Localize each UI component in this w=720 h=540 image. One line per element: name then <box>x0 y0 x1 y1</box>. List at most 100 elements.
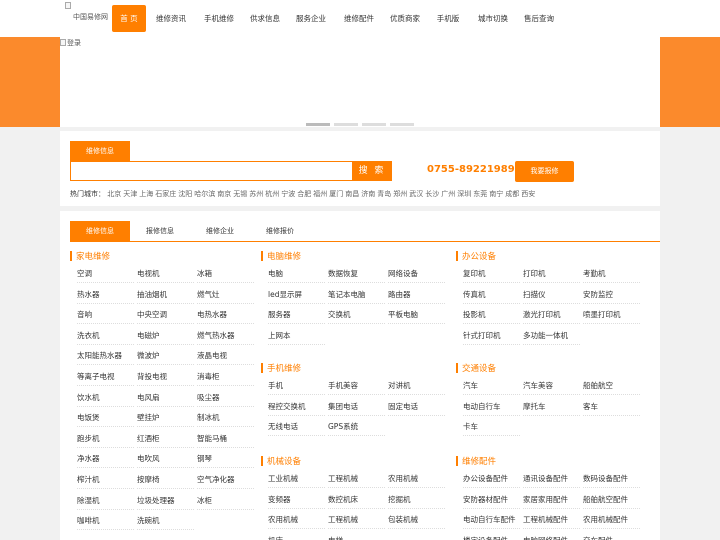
category-item[interactable]: 投影机 <box>463 305 520 325</box>
category-item[interactable]: 卡车 <box>463 417 520 437</box>
category-item[interactable]: 笔记本电脑 <box>328 285 385 304</box>
category-item[interactable]: 电脑 <box>268 264 325 283</box>
category-item[interactable]: 吸尘器 <box>197 388 254 407</box>
hot-city-link[interactable]: 哈尔滨 <box>194 190 215 198</box>
slider-dot[interactable] <box>362 123 386 126</box>
category-item[interactable]: 热水器 <box>77 285 134 304</box>
category-item[interactable]: 楼宇设备配件 <box>463 531 520 540</box>
category-group-title[interactable]: 电脑维修 <box>261 250 301 262</box>
category-item[interactable]: 摩托车 <box>523 397 580 416</box>
category-item[interactable]: 钢琴 <box>197 449 254 469</box>
hot-city-link[interactable]: 杭州 <box>265 190 279 198</box>
category-item[interactable]: 办公设备配件 <box>463 469 520 488</box>
category-item[interactable]: 垃圾处理器 <box>137 491 194 510</box>
category-group-title[interactable]: 机械设备 <box>261 455 301 467</box>
category-item[interactable]: 网络设备 <box>388 264 445 283</box>
hot-city-link[interactable]: 西安 <box>521 190 535 198</box>
category-item[interactable]: 变频器 <box>268 490 325 509</box>
category-item[interactable]: 数控机床 <box>328 490 385 509</box>
slider-dot[interactable] <box>390 123 414 126</box>
category-item[interactable]: 扫描仪 <box>523 285 580 304</box>
hot-city-link[interactable]: 济南 <box>361 190 375 198</box>
category-item[interactable]: 手机美容 <box>328 376 385 395</box>
hot-city-link[interactable]: 苏州 <box>249 190 263 198</box>
category-item[interactable]: 冰柜 <box>197 491 254 510</box>
category-item[interactable]: 安防器材配件 <box>463 490 520 509</box>
category-item[interactable]: 船舶航空 <box>583 376 640 395</box>
nav-after-sales[interactable]: 售后查询 <box>520 5 558 32</box>
category-item[interactable]: 除湿机 <box>77 491 134 510</box>
category-item[interactable]: 饮水机 <box>77 388 134 407</box>
request-repair-button[interactable]: 我要报修 <box>515 161 574 182</box>
category-item[interactable]: 音响 <box>77 305 134 325</box>
category-group-title[interactable]: 手机维修 <box>261 362 301 374</box>
hot-city-link[interactable]: 成都 <box>505 190 519 198</box>
hot-city-link[interactable]: 青岛 <box>377 190 391 198</box>
category-group-title[interactable]: 维修配件 <box>456 455 496 467</box>
hot-city-link[interactable]: 广州 <box>441 190 455 198</box>
slider-dot[interactable] <box>306 123 330 126</box>
hot-city-link[interactable]: 郑州 <box>393 190 407 198</box>
hot-city-link[interactable]: 北京 <box>107 190 121 198</box>
category-item[interactable]: 液晶电视 <box>197 346 254 366</box>
category-item[interactable]: 程控交换机 <box>268 397 325 416</box>
category-group-title[interactable]: 办公设备 <box>456 250 496 262</box>
category-item[interactable]: 按摩椅 <box>137 470 194 489</box>
category-item[interactable]: 家居家用配件 <box>523 490 580 509</box>
category-item[interactable]: 挖掘机 <box>388 490 445 509</box>
hot-city-link[interactable]: 上海 <box>139 190 153 198</box>
nav-home[interactable]: 首 页 <box>112 5 146 32</box>
nav-mobile-version[interactable]: 手机版 <box>432 5 464 32</box>
category-item[interactable]: 安防监控 <box>583 285 640 304</box>
category-item[interactable]: 针式打印机 <box>463 326 520 345</box>
category-item[interactable]: 燃气灶 <box>197 285 254 304</box>
category-item[interactable]: 电风扇 <box>137 388 194 407</box>
category-item[interactable]: 电梯 <box>328 531 385 540</box>
category-item[interactable]: 电饭煲 <box>77 408 134 428</box>
banner-slide[interactable]: 登录 <box>60 37 660 127</box>
hot-city-link[interactable]: 合肥 <box>297 190 311 198</box>
hot-city-link[interactable]: 福州 <box>313 190 327 198</box>
search-tab[interactable]: 维修信息 <box>70 141 130 161</box>
category-item[interactable]: 红酒柜 <box>137 429 194 448</box>
category-item[interactable]: 对讲机 <box>388 376 445 395</box>
category-item[interactable]: 电吹风 <box>137 449 194 469</box>
category-item[interactable]: 工程机械 <box>328 469 385 488</box>
hot-city-link[interactable]: 东莞 <box>473 190 487 198</box>
hot-city-link[interactable]: 南宁 <box>489 190 503 198</box>
category-item[interactable]: 洗碗机 <box>137 511 194 531</box>
category-item[interactable]: 电动自行车 <box>463 397 520 416</box>
hot-city-link[interactable]: 南京 <box>217 190 231 198</box>
category-item[interactable]: 服务器 <box>268 305 325 325</box>
hot-city-link[interactable]: 无锡 <box>233 190 247 198</box>
category-item[interactable]: 传真机 <box>463 285 520 304</box>
hot-city-link[interactable]: 石家庄 <box>155 190 176 198</box>
category-item[interactable]: 激光打印机 <box>523 305 580 325</box>
tab-repair-info[interactable]: 维修信息 <box>70 221 130 241</box>
category-item[interactable]: 交车配件 <box>583 531 640 540</box>
category-item[interactable]: 制冰机 <box>197 408 254 428</box>
hot-city-link[interactable]: 长沙 <box>425 190 439 198</box>
category-group-title[interactable]: 家电维修 <box>70 250 110 262</box>
category-item[interactable]: 智能马桶 <box>197 429 254 448</box>
hot-city-link[interactable]: 宁波 <box>281 190 295 198</box>
category-item[interactable]: 数码设备配件 <box>583 469 640 488</box>
category-item[interactable]: 电视机 <box>137 264 194 283</box>
nav-quality-merchants[interactable]: 优质商家 <box>386 5 424 32</box>
hot-city-link[interactable]: 沈阳 <box>178 190 192 198</box>
category-item[interactable]: 电磁炉 <box>137 326 194 345</box>
category-item[interactable]: 交换机 <box>328 305 385 325</box>
category-item[interactable]: 榨汁机 <box>77 470 134 489</box>
category-item[interactable]: 农用机械 <box>268 510 325 530</box>
hot-city-link[interactable]: 南昌 <box>345 190 359 198</box>
tab-repair-companies[interactable]: 维修企业 <box>190 221 250 241</box>
nav-repair-news[interactable]: 维修资讯 <box>152 5 190 32</box>
site-logo[interactable]: 中国易修网 <box>65 2 110 32</box>
category-item[interactable]: 微波炉 <box>137 346 194 366</box>
search-input[interactable] <box>70 161 354 181</box>
search-button[interactable]: 搜 索 <box>352 161 392 181</box>
category-item[interactable]: 多功能一体机 <box>523 326 580 345</box>
category-item[interactable]: 客车 <box>583 397 640 416</box>
category-item[interactable]: 船舶航空配件 <box>583 490 640 509</box>
category-item[interactable]: 喷墨打印机 <box>583 305 640 325</box>
